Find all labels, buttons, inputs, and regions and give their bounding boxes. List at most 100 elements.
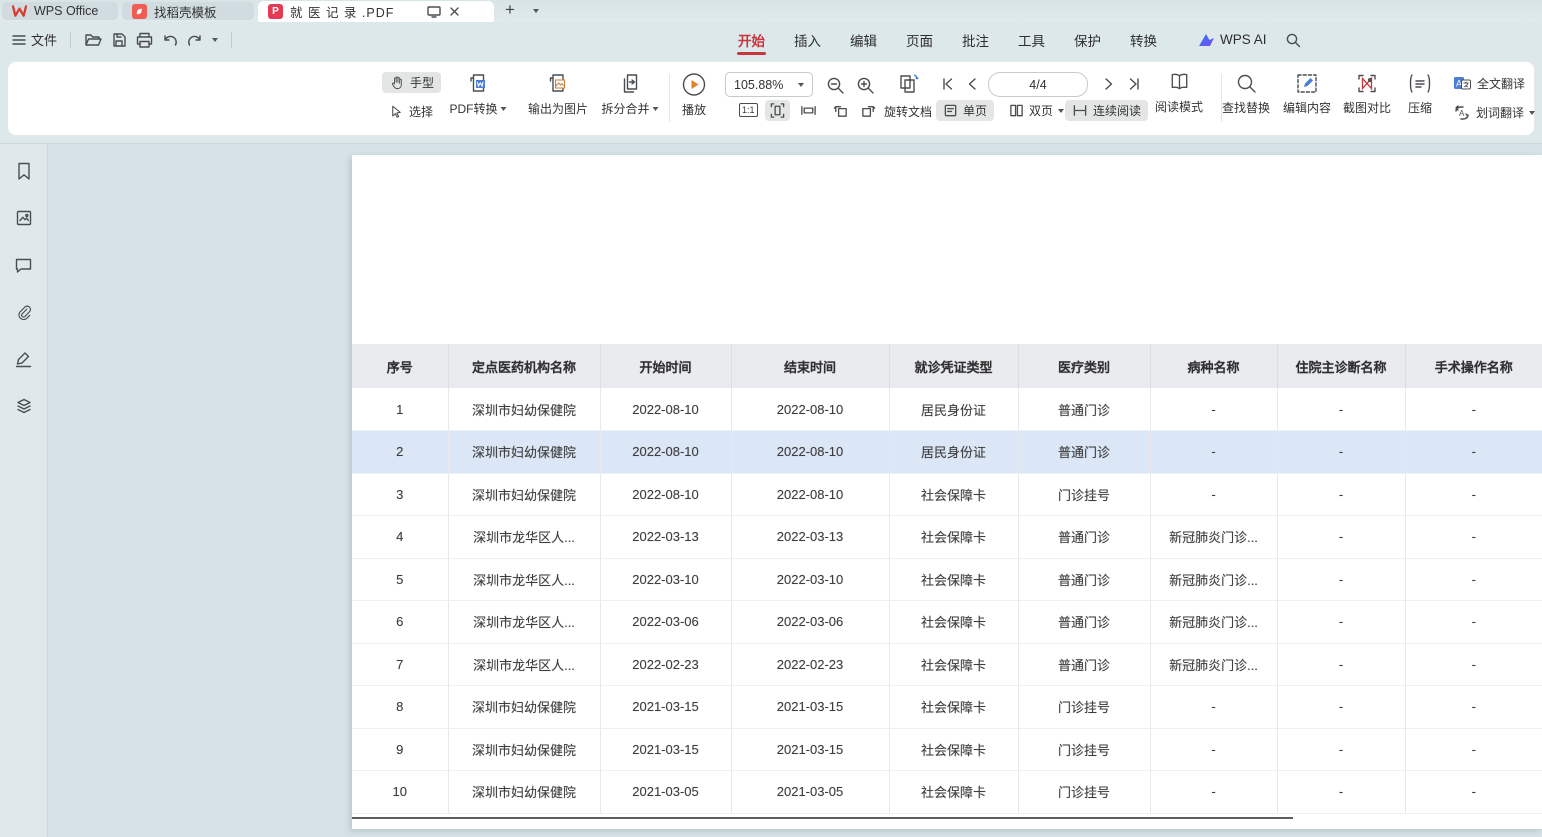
menu-tab-工具[interactable]: 工具 <box>1017 23 1046 57</box>
screen-share-icon[interactable] <box>427 6 441 18</box>
play-button[interactable]: 播放 <box>682 72 707 118</box>
double-page-button[interactable]: 双页 <box>1002 100 1071 121</box>
menu-tab-开始[interactable]: 开始 <box>737 23 766 57</box>
select-tool-button[interactable]: 选择 <box>382 101 440 122</box>
full-translate-button[interactable]: A 全文翻译 <box>1446 73 1532 94</box>
continuous-reading-button[interactable]: 连续阅读 <box>1065 100 1148 121</box>
chevron-down-icon <box>653 107 659 111</box>
last-page-button[interactable] <box>1127 76 1142 92</box>
read-mode-button[interactable]: 阅读模式 <box>1155 70 1203 115</box>
quick-access-chevron-icon[interactable] <box>212 38 218 42</box>
table-row: 10深圳市妇幼保健院2021-03-052021-03-05社会保障卡门诊挂号-… <box>352 771 1542 814</box>
menu-tab-页面[interactable]: 页面 <box>905 23 934 57</box>
zoom-out-button[interactable] <box>826 76 845 95</box>
print-icon[interactable] <box>136 32 153 48</box>
table-cell: - <box>1150 728 1277 771</box>
layers-icon[interactable] <box>11 393 37 419</box>
comment-icon[interactable] <box>11 252 37 278</box>
hand-tool-button[interactable]: 手型 <box>382 72 441 93</box>
tab-docer[interactable]: 找稻壳模板 <box>122 2 254 20</box>
full-translate-icon: A <box>1453 75 1472 92</box>
select-tool-label: 选择 <box>409 103 433 120</box>
menu-tab-插入[interactable]: 插入 <box>793 23 822 57</box>
word-translate-button[interactable]: A 划词翻译 <box>1446 102 1542 123</box>
table-cell: 深圳市妇幼保健院 <box>448 388 600 431</box>
open-file-icon[interactable] <box>84 32 102 48</box>
table-cell: 门诊挂号 <box>1018 771 1150 814</box>
tab-document-active[interactable]: P 就 医 记 录 .PDF <box>258 1 494 22</box>
table-cell: 2022-08-10 <box>600 388 731 431</box>
tab-list-chevron-icon[interactable] <box>533 9 539 13</box>
ribbon-toolbar: 手型 选择 PDF转换 输出为图片 拆分合并 播放 105.88% 1:1 <box>8 62 1534 135</box>
menu-tab-编辑[interactable]: 编辑 <box>849 23 878 57</box>
bookmark-icon[interactable] <box>11 158 37 184</box>
first-page-button[interactable] <box>940 76 955 92</box>
table-cell: 2022-03-10 <box>731 558 889 601</box>
table-cell: 2022-08-10 <box>731 431 889 474</box>
edit-content-icon <box>1295 72 1319 95</box>
next-page-button[interactable] <box>1103 76 1115 92</box>
table-cell: - <box>1150 388 1277 431</box>
menu-tab-保护[interactable]: 保护 <box>1073 23 1102 57</box>
table-cell: 社会保障卡 <box>889 771 1018 814</box>
wps-ai-button[interactable]: WPS AI <box>1198 32 1267 47</box>
attachment-icon[interactable] <box>11 299 37 325</box>
save-icon[interactable] <box>111 32 127 48</box>
tab-label: 就 医 记 录 .PDF <box>290 2 394 21</box>
table-cell: - <box>1277 516 1405 559</box>
pdf-convert-button[interactable]: PDF转换 <box>449 72 506 117</box>
play-label: 播放 <box>682 101 706 118</box>
table-cell: 2022-03-10 <box>600 558 731 601</box>
rotate-left-button[interactable] <box>828 100 853 121</box>
search-icon[interactable] <box>1285 32 1301 48</box>
zoom-level-select[interactable]: 105.88% <box>725 72 813 97</box>
replace-pages-icon[interactable] <box>896 72 922 97</box>
split-merge-button[interactable]: 拆分合并 <box>601 72 658 117</box>
table-cell: 深圳市妇幼保健院 <box>448 728 600 771</box>
svg-text:A: A <box>1459 109 1465 118</box>
new-tab-button[interactable]: + <box>505 0 515 20</box>
tab-wps-home[interactable]: WPS Office <box>2 2 118 20</box>
undo-icon[interactable] <box>162 33 178 47</box>
actual-size-button[interactable]: 1:1 <box>735 100 762 118</box>
book-icon <box>1166 70 1191 94</box>
export-image-button[interactable]: 输出为图片 <box>528 72 588 117</box>
single-page-button[interactable]: 单页 <box>936 100 994 121</box>
left-sidebar <box>0 144 48 837</box>
menu-tab-批注[interactable]: 批注 <box>961 23 990 57</box>
column-header: 结束时间 <box>731 344 889 388</box>
rotate-right-icon <box>860 102 877 119</box>
one-to-one-icon: 1:1 <box>739 103 758 117</box>
thumbnail-icon[interactable] <box>11 205 37 231</box>
table-cell: - <box>1405 728 1542 771</box>
menu-tab-转换[interactable]: 转换 <box>1129 23 1158 57</box>
edit-content-button[interactable]: 编辑内容 <box>1283 72 1331 116</box>
column-header: 手术操作名称 <box>1405 344 1542 388</box>
play-icon <box>682 72 707 97</box>
signature-icon[interactable] <box>11 346 37 372</box>
compress-button[interactable]: 压缩 <box>1407 72 1433 116</box>
page-indicator-input[interactable]: 4/4 <box>988 72 1088 97</box>
file-menu-button[interactable]: 文件 <box>12 30 57 49</box>
table-cell: 社会保障卡 <box>889 728 1018 771</box>
previous-page-button[interactable] <box>966 76 978 92</box>
table-cell: 2022-08-10 <box>731 473 889 516</box>
screenshot-compare-button[interactable]: 截图对比 <box>1343 72 1391 116</box>
fit-width-button[interactable] <box>796 100 821 121</box>
export-image-label: 输出为图片 <box>528 100 588 117</box>
docer-logo-icon <box>132 4 147 19</box>
fit-page-button[interactable] <box>765 100 790 121</box>
column-header: 定点医药机构名称 <box>448 344 600 388</box>
table-cell: - <box>1150 686 1277 729</box>
find-replace-button[interactable]: 查找替换 <box>1222 72 1270 116</box>
redo-icon[interactable] <box>187 33 203 47</box>
rotate-document-button[interactable]: 旋转文档 <box>877 101 939 122</box>
window-tab-bar: WPS Office 找稻壳模板 P 就 医 记 录 .PDF + <box>0 0 1542 22</box>
export-image-icon <box>545 72 571 96</box>
close-tab-icon[interactable] <box>449 6 460 17</box>
table-cell: 2022-03-06 <box>731 601 889 644</box>
zoom-in-button[interactable] <box>856 76 875 95</box>
column-header: 病种名称 <box>1150 344 1277 388</box>
table-cell: 普通门诊 <box>1018 643 1150 686</box>
pdf-convert-label: PDF转换 <box>449 100 497 117</box>
